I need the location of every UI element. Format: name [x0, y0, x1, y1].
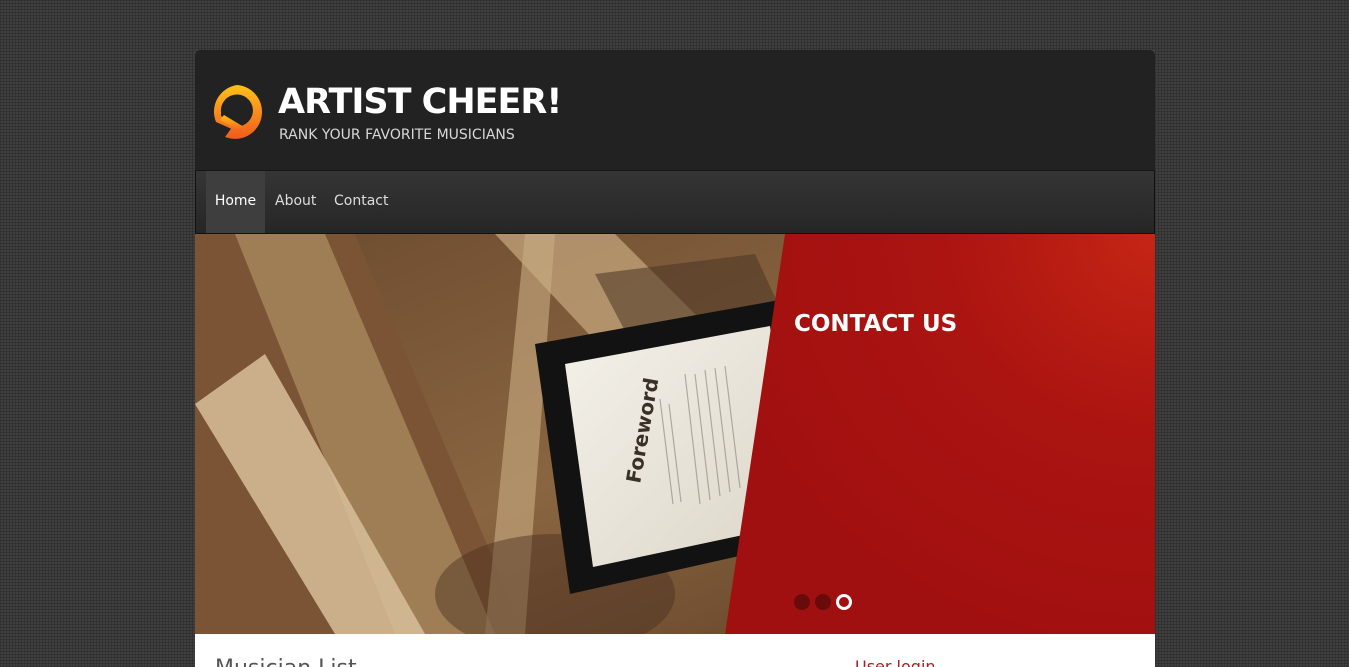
site-header: ARTIST CHEER! RANK YOUR FAVORITE MUSICIA… — [195, 50, 1155, 171]
user-login-block-title: User login — [855, 657, 936, 667]
page-title: Musician List — [215, 655, 357, 667]
slideshow: Foreword CONTACT US — [195, 234, 1155, 634]
site-name[interactable]: ARTIST CHEER! — [278, 80, 562, 124]
orange-ring-logo-icon[interactable] — [207, 82, 267, 142]
slide-pager-dot-1[interactable] — [794, 594, 810, 610]
page-container: ARTIST CHEER! RANK YOUR FAVORITE MUSICIA… — [195, 50, 1155, 667]
main-menu: Home About Contact — [195, 171, 1155, 234]
nav-item-contact[interactable]: Contact — [334, 171, 388, 233]
slide-title[interactable]: CONTACT US — [794, 310, 957, 338]
slide-caption-panel — [725, 234, 1155, 634]
nav-item-home[interactable]: Home — [206, 171, 265, 233]
slide-pager-dot-2[interactable] — [815, 594, 831, 610]
site-slogan: RANK YOUR FAVORITE MUSICIANS — [279, 127, 515, 143]
slide-pager-dot-3[interactable] — [836, 594, 852, 610]
nav-item-about[interactable]: About — [275, 171, 316, 233]
